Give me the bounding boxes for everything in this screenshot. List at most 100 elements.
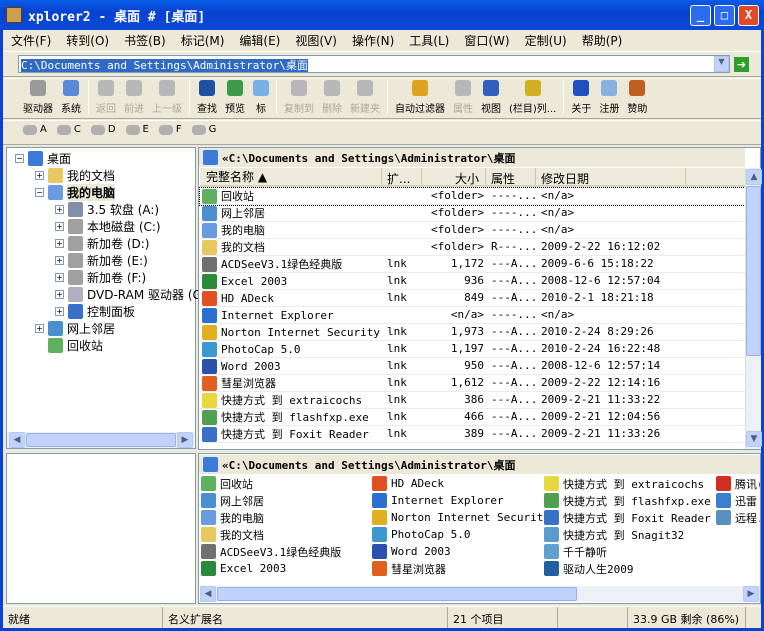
menu-item[interactable]: 文件(F) xyxy=(11,32,51,49)
toolbar-button[interactable]: 预览 xyxy=(221,80,249,118)
tree-node[interactable]: + 网上邻居 xyxy=(35,320,115,336)
scroll-thumb[interactable] xyxy=(746,186,761,356)
toolbar-button[interactable]: 系统 xyxy=(57,80,85,118)
toolbar-button[interactable]: 自动过滤器 xyxy=(391,80,449,118)
scroll-thumb[interactable] xyxy=(217,587,577,601)
list-item[interactable]: 迅雷 xyxy=(716,492,757,509)
tree-node[interactable]: − 我的电脑 xyxy=(35,183,116,201)
scroll-right-button[interactable]: ▶ xyxy=(177,432,193,448)
expand-toggle[interactable]: + xyxy=(55,306,64,316)
expand-toggle[interactable]: + xyxy=(55,221,64,231)
table-row[interactable]: 快捷方式 到 flashfxp.exe lnk 466 ---A... 2009-2-2… xyxy=(200,409,745,426)
tree-node[interactable]: + 我的文档 xyxy=(35,167,115,183)
menu-item[interactable]: 工具(L) xyxy=(409,32,449,49)
toolbar-button[interactable]: 注册 xyxy=(595,80,623,118)
bottom-horizontal-scrollbar[interactable]: ◀ ▶ xyxy=(200,586,760,602)
table-row[interactable]: 我的文档 <folder> R---... 2009-2-22 16:12:02 xyxy=(200,239,745,256)
list-item[interactable]: ACDSeeV3.1绿色经典版 xyxy=(201,543,341,560)
table-row[interactable]: PhotoCap 5.0 lnk 1,197 ---A... 2010-2-24 16:… xyxy=(200,341,745,358)
toolbar-button[interactable]: 属性 xyxy=(449,80,477,118)
toolbar-button[interactable]: 标 xyxy=(249,80,273,118)
list-item[interactable]: PhotoCap 5.0 xyxy=(372,526,470,543)
toolbar-button[interactable]: 关于 xyxy=(567,80,595,118)
drive-button[interactable]: D xyxy=(90,124,116,135)
toolbar-button[interactable]: 上一级 xyxy=(148,80,186,118)
list-item[interactable]: HD ADeck xyxy=(372,475,444,492)
table-row[interactable]: 回收站 <folder> ----... <n/a> xyxy=(199,187,746,206)
toolbar-button[interactable]: 视图 xyxy=(477,80,505,118)
tree-node[interactable]: +3.5 软盘 (A:) xyxy=(55,201,159,217)
list-item[interactable]: 回收站 xyxy=(201,475,253,492)
expand-toggle[interactable]: + xyxy=(55,272,64,282)
column-header-2[interactable]: 大小 xyxy=(422,168,486,185)
drive-button[interactable]: C xyxy=(56,124,81,135)
toolbar-button[interactable]: 驱动器 xyxy=(19,80,57,118)
list-item[interactable]: 我的电脑 xyxy=(201,509,264,526)
list-item[interactable]: Word 2003 xyxy=(372,543,451,560)
list-item[interactable]: 远程... xyxy=(716,509,760,526)
menu-item[interactable]: 帮助(P) xyxy=(582,32,623,49)
list-item[interactable]: 驱动人生2009 xyxy=(544,560,634,577)
list-item[interactable]: 快捷方式 到 Foxit Reader xyxy=(544,509,711,526)
expand-toggle[interactable]: + xyxy=(55,255,64,265)
list-item[interactable]: 腾讯( xyxy=(716,475,760,492)
maximize-button[interactable]: □ xyxy=(714,5,735,26)
tree-node[interactable]: + 本地磁盘 (C:) xyxy=(55,218,161,234)
list-item[interactable]: 彗星浏览器 xyxy=(372,560,446,577)
expand-toggle[interactable]: − xyxy=(15,153,24,163)
table-row[interactable]: Internet Explorer <n/a> ----... <n/a> xyxy=(200,307,745,324)
list-item[interactable]: Excel 2003 xyxy=(201,560,286,577)
menu-item[interactable]: 操作(N) xyxy=(352,32,394,49)
tree-node[interactable]: 回收站 xyxy=(35,337,103,353)
expand-toggle[interactable]: + xyxy=(35,323,44,333)
list-item[interactable]: Norton Internet Security xyxy=(372,509,550,526)
tree-node[interactable]: + DVD-RAM 驱动器 (G xyxy=(55,286,202,302)
menu-item[interactable]: 转到(O) xyxy=(66,32,109,49)
column-header-1[interactable]: 扩... xyxy=(382,168,422,185)
list-item[interactable]: 我的文档 xyxy=(201,526,264,543)
drive-button[interactable]: F xyxy=(158,124,182,135)
tree-node[interactable]: + 新加卷 (D:) xyxy=(55,235,149,251)
menu-item[interactable]: 书签(B) xyxy=(124,32,166,49)
toolbar-button[interactable]: 返回 xyxy=(92,80,120,118)
close-button[interactable]: X xyxy=(738,5,759,26)
table-row[interactable]: Excel 2003 lnk 936 ---A... 2008-12-6 12:57:0… xyxy=(200,273,745,290)
expand-toggle[interactable]: + xyxy=(55,289,64,299)
table-row[interactable]: 快捷方式 到 extraicochs lnk 386 ---A... 2009-2-21… xyxy=(200,392,745,409)
tree-node[interactable]: + 新加卷 (E:) xyxy=(55,252,148,268)
tree-node[interactable]: − 桌面 xyxy=(15,150,71,166)
menu-item[interactable]: 视图(V) xyxy=(295,32,337,49)
address-input[interactable]: C:\Documents and Settings\Administrator\… xyxy=(18,55,730,73)
menu-item[interactable]: 窗口(W) xyxy=(464,32,509,49)
scroll-thumb[interactable] xyxy=(26,433,176,447)
list-item[interactable]: 快捷方式 到 Snagit32 xyxy=(544,526,684,543)
folder-tree[interactable]: ◀ ▶ − 桌面 + 我的文档 − 我的电脑 +3.5 软盘 (A:) + 本地磁盘 (C:) +… xyxy=(6,147,202,449)
list-item[interactable]: Internet Explorer xyxy=(372,492,504,509)
expand-toggle[interactable]: + xyxy=(35,170,44,180)
table-row[interactable]: Word 2003 lnk 950 ---A... 2008-12-6 12:57:14 xyxy=(200,358,745,375)
table-row[interactable]: 我的电脑 <folder> ----... <n/a> xyxy=(200,222,745,239)
scroll-left-button[interactable]: ◀ xyxy=(200,586,216,602)
table-row[interactable]: ACDSeeV3.1绿色经典版 lnk 1,172 ---A... 2009-6-6 1… xyxy=(200,256,745,273)
toolbar-button[interactable]: 删除 xyxy=(318,80,346,118)
menu-item[interactable]: 编辑(E) xyxy=(239,32,280,49)
tree-node[interactable]: + 新加卷 (F:) xyxy=(55,269,146,285)
toolbar-button[interactable]: 查找 xyxy=(193,80,221,118)
toolbar-button[interactable]: 复制到 xyxy=(280,80,318,118)
table-row[interactable]: HD ADeck lnk 849 ---A... 2010-2-1 18:21:18 xyxy=(200,290,745,307)
table-row[interactable]: 彗星浏览器 lnk 1,612 ---A... 2009-2-22 12:14:16 xyxy=(200,375,745,392)
column-header-0[interactable]: 完整名称 ▲ xyxy=(200,168,382,185)
column-header-4[interactable]: 修改日期 xyxy=(536,168,686,185)
scroll-up-button[interactable]: ▲ xyxy=(746,169,762,185)
scroll-left-button[interactable]: ◀ xyxy=(9,432,25,448)
menu-item[interactable]: 标记(M) xyxy=(181,32,225,49)
table-row[interactable]: Norton Internet Security lnk 1,973 ---A... 2… xyxy=(200,324,745,341)
list-item[interactable]: 千千静听 xyxy=(544,543,607,560)
drive-button[interactable]: E xyxy=(125,124,149,135)
toolbar-button[interactable]: 前进 xyxy=(120,80,148,118)
expand-toggle[interactable]: − xyxy=(35,187,44,197)
menu-item[interactable]: 定制(U) xyxy=(525,32,567,49)
list-item[interactable]: 快捷方式 到 flashfxp.exe xyxy=(544,492,711,509)
vertical-scrollbar[interactable]: ▲ ▼ xyxy=(745,168,762,449)
tree-horizontal-scrollbar[interactable]: ◀ ▶ xyxy=(7,432,195,448)
